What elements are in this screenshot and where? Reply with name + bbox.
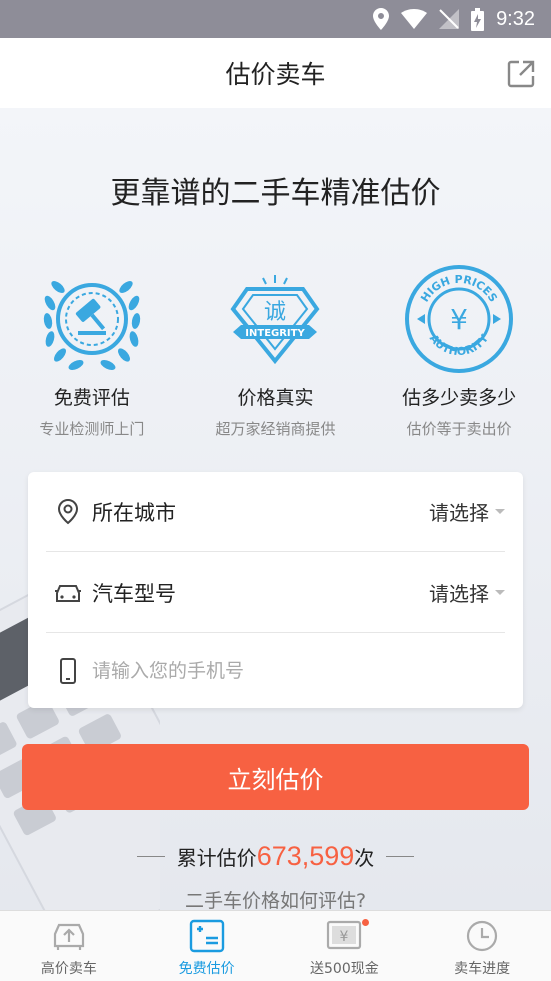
cash-envelope-icon: ¥ bbox=[327, 920, 362, 950]
chevron-down-icon bbox=[495, 590, 505, 595]
location-icon bbox=[373, 8, 390, 30]
car-upload-icon bbox=[53, 923, 84, 950]
badge-ribbon-text: INTEGRITY bbox=[246, 328, 306, 339]
feature-title: 价格真实 bbox=[237, 387, 314, 409]
tab-cash-500[interactable]: ¥ 送500现金 bbox=[276, 911, 414, 981]
model-label: 汽车型号 bbox=[92, 581, 176, 606]
tab-sell-high[interactable]: 高价卖车 bbox=[0, 911, 138, 981]
features-row: 免费评估 专业检测师上门 诚 INTEGRITY 价格真实 超万家经销商提供 H… bbox=[0, 263, 551, 439]
model-selector[interactable]: 汽车型号 请选择 bbox=[46, 553, 505, 633]
clock-icon bbox=[467, 920, 498, 952]
feature-subtitle: 估价等于卖出价 bbox=[406, 420, 512, 438]
car-icon bbox=[55, 584, 81, 602]
battery-charging-icon bbox=[471, 7, 485, 31]
app-header: 估价卖车 bbox=[0, 38, 551, 108]
city-label: 所在城市 bbox=[92, 500, 176, 525]
counter-prefix: 累计估价 bbox=[176, 846, 257, 870]
feature-free-evaluation: 免费评估 专业检测师上门 bbox=[0, 263, 184, 439]
gavel-laurel-badge-icon bbox=[43, 281, 140, 370]
counter-suffix: 次 bbox=[354, 846, 375, 870]
city-selector[interactable]: 所在城市 请选择 bbox=[46, 472, 505, 552]
share-icon[interactable] bbox=[505, 58, 537, 90]
divider bbox=[386, 856, 415, 857]
how-to-evaluate-link[interactable]: 二手车价格如何评估? bbox=[0, 886, 551, 910]
counter-number: 673,599 bbox=[256, 841, 355, 871]
bottom-tab-bar: 高价卖车 免费估价 ¥ 送500现金 卖车进度 bbox=[0, 910, 551, 981]
svg-text:¥: ¥ bbox=[340, 929, 349, 945]
tab-label: 送500现金 bbox=[310, 961, 379, 977]
yuan-seal-badge-icon: HIGH PRICES AUTHORITY ¥ bbox=[405, 265, 514, 373]
status-bar: 9:32 bbox=[0, 0, 551, 38]
phone-icon bbox=[60, 658, 76, 684]
estimate-card-icon bbox=[189, 919, 224, 953]
chevron-down-icon bbox=[495, 509, 505, 514]
page-title: 估价卖车 bbox=[225, 60, 326, 89]
integrity-diamond-badge-icon: 诚 INTEGRITY bbox=[230, 275, 320, 365]
feature-subtitle: 超万家经销商提供 bbox=[215, 420, 336, 438]
tab-sell-progress[interactable]: 卖车进度 bbox=[413, 911, 551, 981]
feature-subtitle: 专业检测师上门 bbox=[39, 420, 145, 438]
feature-title: 免费评估 bbox=[53, 387, 130, 409]
notification-dot bbox=[361, 919, 369, 926]
status-time: 9:32 bbox=[496, 7, 535, 30]
tab-label: 免费估价 bbox=[178, 961, 235, 977]
divider bbox=[136, 856, 165, 857]
feature-real-price: 诚 INTEGRITY 价格真实 超万家经销商提供 bbox=[184, 263, 368, 439]
badge-text: 诚 bbox=[264, 300, 286, 325]
phone-row bbox=[46, 634, 505, 708]
main-content: 更靠谱的二手车精准估价 免费评估 专业检测师上门 诚 INTEGRITY 价格真… bbox=[0, 108, 551, 910]
model-value: 请选择 bbox=[429, 582, 489, 606]
tab-label: 卖车进度 bbox=[454, 961, 511, 977]
feature-fixed-price: HIGH PRICES AUTHORITY ¥ 估多少卖多少 估价等于卖出价 bbox=[367, 263, 551, 439]
badge-center-text: ¥ bbox=[450, 303, 468, 336]
estimate-counter: 累计估价 673,599 次 bbox=[0, 841, 551, 872]
headline: 更靠谱的二手车精准估价 bbox=[110, 176, 441, 211]
estimate-now-button[interactable]: 立刻估价 bbox=[22, 744, 529, 810]
tab-label: 高价卖车 bbox=[40, 961, 97, 977]
wifi-icon bbox=[401, 9, 428, 29]
tab-free-estimate[interactable]: 免费估价 bbox=[138, 911, 276, 981]
city-value: 请选择 bbox=[429, 501, 489, 525]
feature-title: 估多少卖多少 bbox=[402, 387, 517, 409]
location-pin-icon bbox=[57, 498, 79, 524]
phone-input[interactable] bbox=[92, 660, 505, 682]
no-sim-icon bbox=[439, 9, 460, 29]
evaluation-form: 所在城市 请选择 汽车型号 请选择 bbox=[28, 472, 523, 708]
